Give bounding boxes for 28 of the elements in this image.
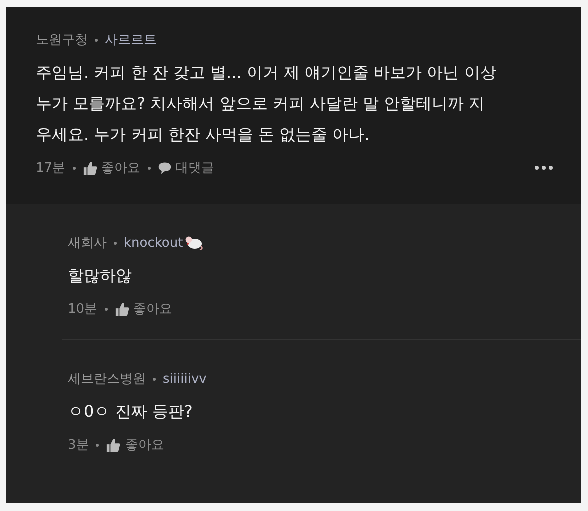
thumbs-up-icon [114,302,130,316]
thumbs-up-icon [82,160,98,176]
like-button[interactable]: 좋아요 [82,159,141,177]
timestamp: 3분 [68,437,90,454]
separator-dot [153,378,156,380]
timestamp: 17분 [36,160,66,177]
author-nickname[interactable]: siiiiiivv [163,372,207,386]
comment-text: 주임님. 커피 한 잔 갖고 별... 이거 제 얘기인줄 바보가 아닌 이상 누가 모를까요? 치사해서 앞으로 커피 사달란 말 안할테니까 지우세요. 누가 커피 한잔 사먹을 돈 없는줄 아나. [36,62,498,146]
separator-dot [114,242,117,244]
company-name: 노원구청 [36,32,88,49]
like-button[interactable]: 좋아요 [106,436,164,454]
author-nickname[interactable]: knockout [124,236,184,250]
separator-dot [104,308,108,310]
speech-bubble-icon [158,161,172,175]
timestamp: 10분 [68,301,98,318]
separator-dot [148,166,151,170]
thumbs-up-icon [106,438,122,452]
separator-dot [95,38,98,42]
comment-text: ㅇ0ㅇ 진짜 등판? [68,401,194,423]
reply-button[interactable]: 대댓글 [158,159,215,177]
company-name: 세브란스병원 [68,371,146,388]
comment-text: 할많하않 [68,265,133,287]
author-nickname[interactable]: 사르르트 [105,31,157,49]
separator-dot [72,166,76,170]
like-button[interactable]: 좋아요 [114,300,173,318]
separator-dot [96,444,100,446]
company-name: 새회사 [68,235,107,252]
mouse-icon [184,235,204,251]
